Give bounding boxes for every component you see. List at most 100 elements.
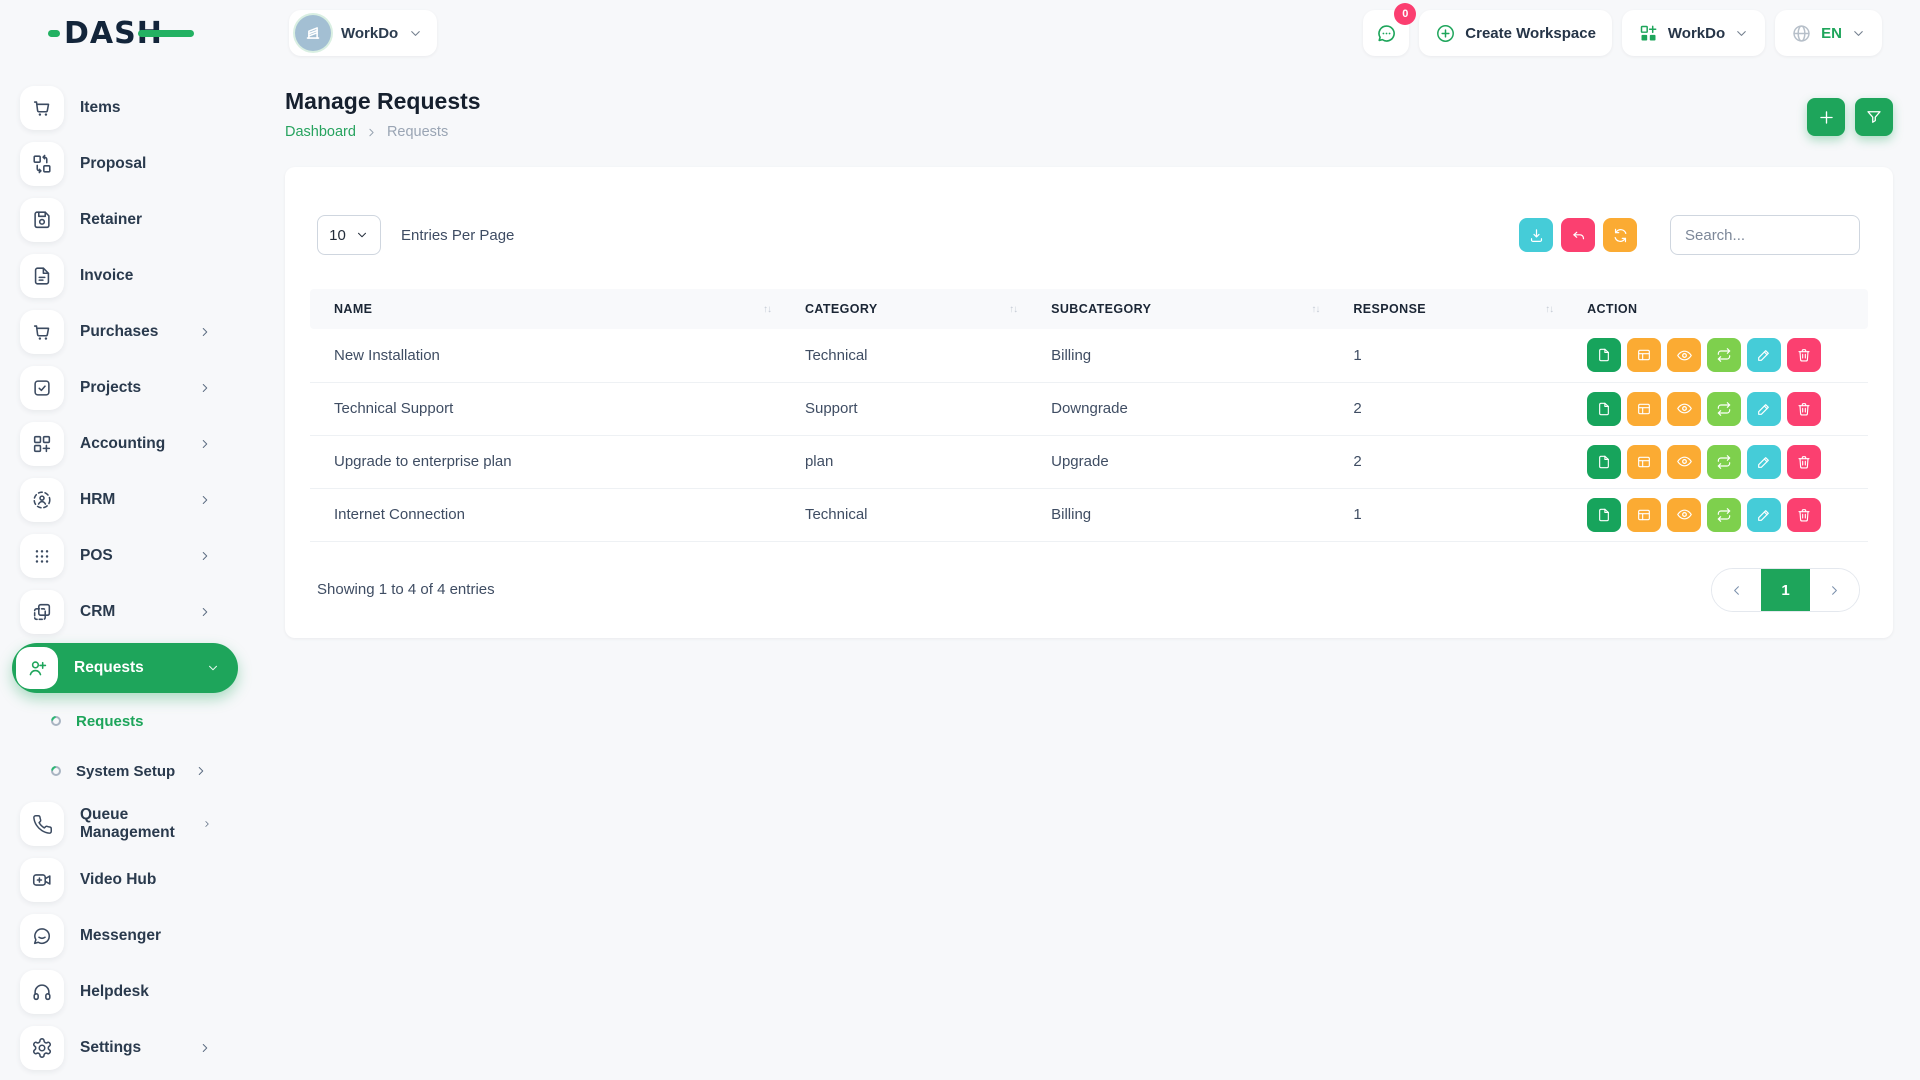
add-request-button[interactable] (1807, 98, 1845, 136)
refresh-button[interactable] (1603, 218, 1637, 252)
column-header-name[interactable]: NAME↑↓ (310, 289, 793, 329)
sidebar-item-crm[interactable]: CRM (12, 584, 240, 640)
table-action-button[interactable] (1627, 498, 1661, 532)
user-plus-icon (16, 647, 58, 689)
app-menu-button[interactable]: WorkDo (1622, 10, 1765, 56)
undo-button[interactable] (1561, 218, 1595, 252)
page-1-button[interactable]: 1 (1761, 569, 1810, 612)
workspace-selector[interactable]: WorkDo (289, 10, 437, 56)
cell-category: Technical (793, 329, 1039, 382)
sidebar-item-messenger[interactable]: Messenger (12, 908, 240, 964)
cell-response: 1 (1341, 488, 1575, 541)
entries-per-page-select[interactable]: 10 (317, 215, 381, 255)
convert-action-button[interactable] (1707, 445, 1741, 479)
file-action-button[interactable] (1587, 498, 1621, 532)
sidebar-item-helpdesk[interactable]: Helpdesk (12, 964, 240, 1020)
convert-action-button[interactable] (1707, 392, 1741, 426)
headphones-icon (20, 970, 64, 1014)
page-header: Manage Requests Dashboard Requests (285, 88, 1893, 140)
convert-action-button[interactable] (1707, 338, 1741, 372)
sort-icon[interactable]: ↑↓ (1009, 304, 1027, 315)
sidebar-item-requests[interactable]: Requests (12, 643, 238, 693)
cell-name: Internet Connection (310, 488, 793, 541)
breadcrumb: Dashboard Requests (285, 124, 481, 140)
table-action-button[interactable] (1627, 445, 1661, 479)
chevron-right-icon (198, 493, 212, 507)
sidebar-item-invoice[interactable]: Invoice (12, 248, 240, 304)
search-input[interactable] (1670, 215, 1860, 255)
sort-icon[interactable]: ↑↓ (1545, 304, 1563, 315)
table-row: Internet Connection Technical Billing 1 (310, 488, 1868, 541)
chevron-down-icon (408, 26, 423, 41)
sidebar-subitem-system-setup[interactable]: System Setup (12, 746, 240, 796)
breadcrumb-current: Requests (387, 124, 448, 140)
convert-action-button[interactable] (1707, 498, 1741, 532)
messages-button[interactable]: 0 (1363, 10, 1409, 56)
sidebar-item-settings[interactable]: Settings (12, 1020, 240, 1076)
view-action-button[interactable] (1667, 392, 1701, 426)
sidebar-item-video-hub[interactable]: Video Hub (12, 852, 240, 908)
view-action-button[interactable] (1667, 445, 1701, 479)
person-scan-icon (20, 478, 64, 522)
file-action-button[interactable] (1587, 445, 1621, 479)
edit-action-button[interactable] (1747, 392, 1781, 426)
file-action-button[interactable] (1587, 338, 1621, 372)
breadcrumb-dashboard-link[interactable]: Dashboard (285, 124, 356, 140)
sidebar-subitem-requests[interactable]: Requests (12, 696, 240, 746)
column-header-response[interactable]: RESPONSE↑↓ (1341, 289, 1575, 329)
trash-icon (1796, 454, 1812, 470)
undo-icon (1570, 227, 1587, 244)
create-workspace-button[interactable]: Create Workspace (1419, 10, 1612, 56)
prev-page-button[interactable] (1712, 569, 1761, 612)
row-actions (1587, 392, 1856, 426)
sidebar-item-retainer[interactable]: Retainer (12, 192, 240, 248)
table-action-button[interactable] (1627, 392, 1661, 426)
sidebar-item-purchases[interactable]: Purchases (12, 304, 240, 360)
table-icon (1636, 507, 1652, 523)
pencil-icon (1756, 347, 1772, 363)
sort-icon[interactable]: ↑↓ (1311, 304, 1329, 315)
sidebar-item-queue-management[interactable]: Queue Management (12, 796, 240, 852)
pencil-icon (1756, 507, 1772, 523)
delete-action-button[interactable] (1787, 338, 1821, 372)
view-action-button[interactable] (1667, 338, 1701, 372)
file-action-button[interactable] (1587, 392, 1621, 426)
delete-action-button[interactable] (1787, 392, 1821, 426)
sidebar-item-pos[interactable]: POS (12, 528, 240, 584)
view-action-button[interactable] (1667, 498, 1701, 532)
column-header-category[interactable]: CATEGORY↑↓ (793, 289, 1039, 329)
create-workspace-label: Create Workspace (1465, 25, 1596, 42)
column-header-action: ACTION (1575, 289, 1868, 329)
cell-category: plan (793, 435, 1039, 488)
sidebar-item-proposal[interactable]: Proposal (12, 136, 240, 192)
edit-action-button[interactable] (1747, 338, 1781, 372)
column-header-subcategory[interactable]: SUBCATEGORY↑↓ (1039, 289, 1341, 329)
language-selector[interactable]: EN (1775, 10, 1882, 56)
next-page-button[interactable] (1810, 569, 1859, 612)
cell-name: Upgrade to enterprise plan (310, 435, 793, 488)
edit-action-button[interactable] (1747, 445, 1781, 479)
table-row: Upgrade to enterprise plan plan Upgrade … (310, 435, 1868, 488)
filter-button[interactable] (1855, 98, 1893, 136)
brand-logo[interactable]: DASH (64, 16, 194, 50)
cell-subcategory: Downgrade (1039, 382, 1341, 435)
sort-icon[interactable]: ↑↓ (763, 304, 781, 315)
chevron-right-icon (198, 381, 212, 395)
table-action-button[interactable] (1627, 338, 1661, 372)
delete-action-button[interactable] (1787, 445, 1821, 479)
logo-accent-bar (138, 30, 194, 37)
plus-icon (1817, 108, 1836, 127)
cell-subcategory: Upgrade (1039, 435, 1341, 488)
table-row: Technical Support Support Downgrade 2 (310, 382, 1868, 435)
eye-icon (1676, 453, 1693, 470)
sidebar-item-projects[interactable]: Projects (12, 360, 240, 416)
ring-bullet-icon (50, 715, 62, 727)
delete-action-button[interactable] (1787, 498, 1821, 532)
sidebar-item-items[interactable]: Items (12, 80, 240, 136)
sidebar-item-accounting[interactable]: Accounting (12, 416, 240, 472)
refresh-icon (1612, 227, 1629, 244)
sidebar-item-hrm[interactable]: HRM (12, 472, 240, 528)
edit-action-button[interactable] (1747, 498, 1781, 532)
export-button[interactable] (1519, 218, 1553, 252)
language-label: EN (1821, 25, 1842, 42)
